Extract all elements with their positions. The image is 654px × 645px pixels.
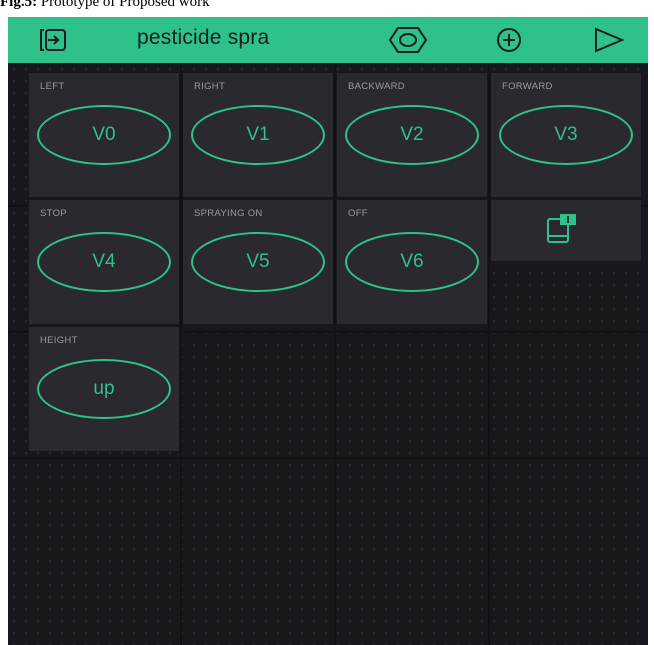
play-icon[interactable]: [586, 17, 632, 63]
button-widget-spraying-on[interactable]: SPRAYING ON V5: [183, 200, 333, 324]
widget-label: RIGHT: [194, 81, 226, 92]
settings-icon[interactable]: [385, 17, 431, 63]
widget-canvas[interactable]: LEFT V0 RIGHT V1 BACKWARD V2 FORWARD V3 …: [8, 63, 648, 645]
widget-label: HEIGHT: [40, 335, 78, 346]
widget-label: SPRAYING ON: [194, 208, 263, 219]
widget-label: FORWARD: [502, 81, 553, 92]
virtual-pin-button[interactable]: V0: [37, 105, 171, 165]
widget-label: OFF: [348, 208, 368, 219]
widget-label: LEFT: [40, 81, 65, 92]
virtual-pin-button[interactable]: V1: [191, 105, 325, 165]
top-bar: pesticide spra: [8, 17, 648, 63]
device-notification-icon: [545, 213, 581, 250]
virtual-pin-button[interactable]: up: [37, 359, 171, 419]
button-widget-right[interactable]: RIGHT V1: [183, 73, 333, 197]
project-title[interactable]: pesticide spra: [137, 26, 269, 50]
widget-label: STOP: [40, 208, 67, 219]
grid-divider: [8, 457, 648, 459]
virtual-pin-button[interactable]: V3: [499, 105, 633, 165]
button-widget-backward[interactable]: BACKWARD V2: [337, 73, 487, 197]
button-widget-forward[interactable]: FORWARD V3: [491, 73, 641, 197]
button-widget-left[interactable]: LEFT V0: [29, 73, 179, 197]
widget-label: BACKWARD: [348, 81, 405, 92]
device-notification-widget[interactable]: [491, 200, 641, 261]
app-screen: pesticide spra LEFT V0 RIGHT V1 BACKWARD…: [8, 17, 648, 645]
button-widget-height[interactable]: HEIGHT up: [29, 327, 179, 451]
figure-caption: Fig.5: Prototype of Proposed work: [0, 0, 210, 12]
virtual-pin-button[interactable]: V6: [345, 232, 479, 292]
add-icon[interactable]: [486, 17, 532, 63]
virtual-pin-button[interactable]: V5: [191, 232, 325, 292]
grid-divider: [488, 63, 490, 645]
button-widget-off[interactable]: OFF V6: [337, 200, 487, 324]
figure-caption-text: Prototype of Proposed work: [37, 0, 210, 10]
grid-divider: [334, 63, 336, 645]
figure-caption-prefix: Fig.5:: [0, 0, 38, 10]
button-widget-stop[interactable]: STOP V4: [29, 200, 179, 324]
virtual-pin-button[interactable]: V4: [37, 232, 171, 292]
grid-divider: [180, 63, 182, 645]
virtual-pin-button[interactable]: V2: [345, 105, 479, 165]
device-icon[interactable]: [30, 17, 76, 63]
